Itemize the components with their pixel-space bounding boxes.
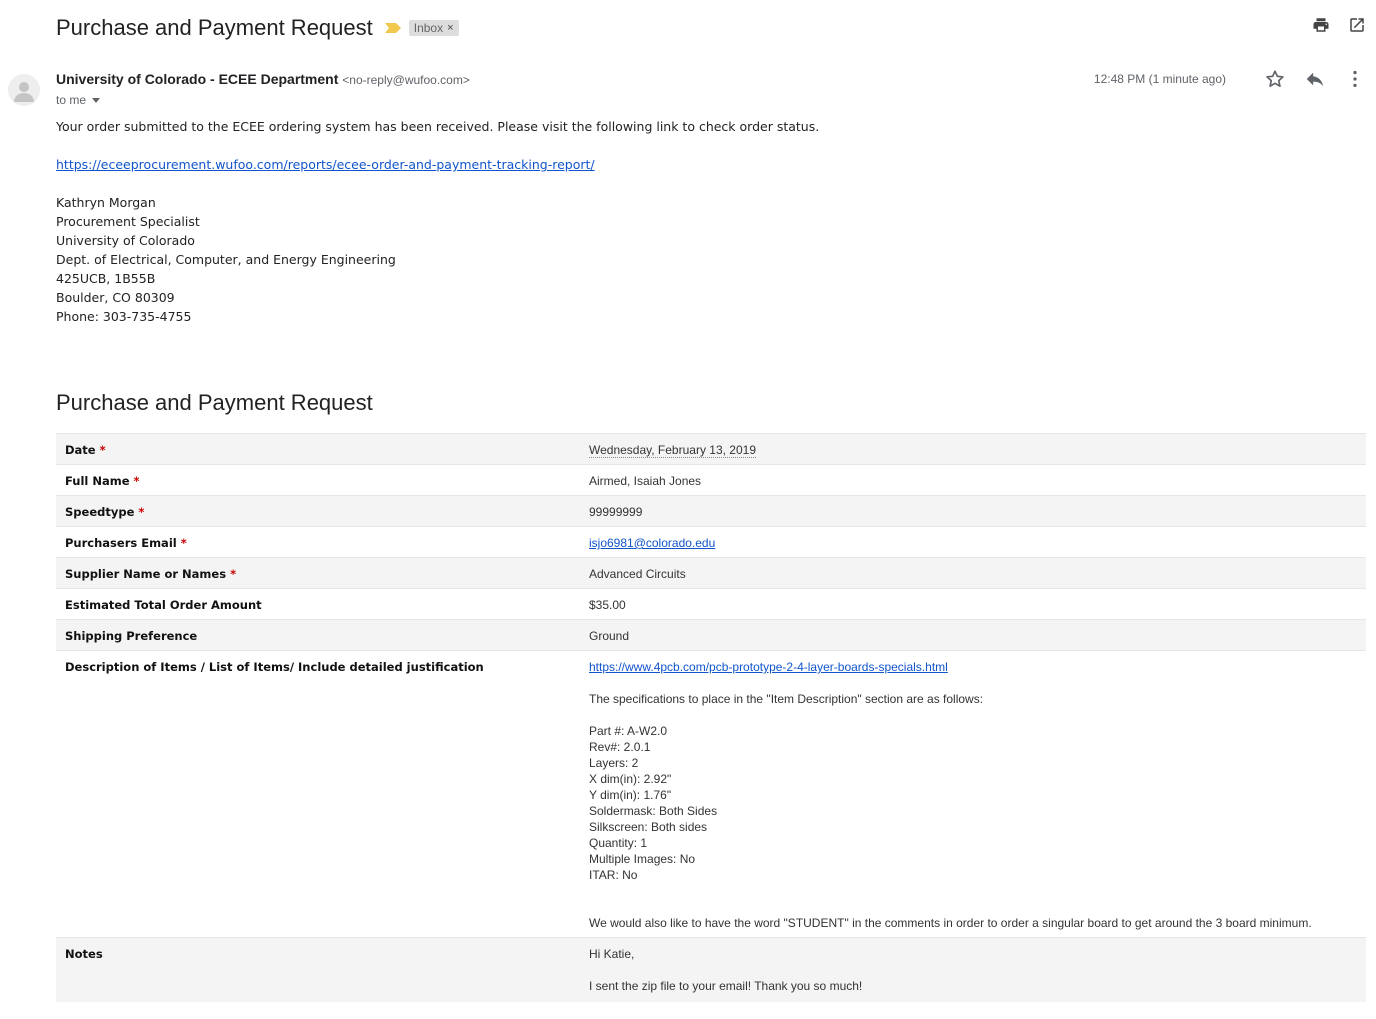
sender-name[interactable]: University of Colorado - ECEE Department <box>56 71 338 87</box>
product-link[interactable]: https://www.4pcb.com/pcb-prototype-2-4-l… <box>589 660 948 674</box>
table-row: Supplier Name or Names * Advanced Circui… <box>56 557 1366 589</box>
print-icon[interactable] <box>1312 16 1330 34</box>
sender-email: <no-reply@wufoo.com> <box>342 73 470 87</box>
field-label: Shipping Preference <box>56 619 579 651</box>
field-label: Estimated Total Order Amount <box>56 588 579 620</box>
tracking-report-link[interactable]: https://eceeprocurement.wufoo.com/report… <box>56 157 595 172</box>
field-value: isjo6981@colorado.edu <box>579 526 1366 558</box>
spec-line: Silkscreen: Both sides <box>589 820 708 834</box>
label-chip-inbox: Inbox × <box>408 20 459 36</box>
notes-message: I sent the zip file to your email! Thank… <box>589 979 863 993</box>
table-row: Description of Items / List of Items/ In… <box>56 650 1366 938</box>
field-value: Hi Katie, I sent the zip file to your em… <box>579 937 1366 1002</box>
form-title: Purchase and Payment Request <box>56 390 373 415</box>
table-row: Full Name * Airmed, Isaiah Jones <box>56 464 1366 496</box>
table-row: Estimated Total Order Amount $35.00 <box>56 588 1366 620</box>
subject-row: Purchase and Payment Request Inbox × <box>56 12 459 44</box>
spec-line: Part #: A-W2.0 <box>589 724 668 738</box>
required-marker: * <box>133 474 140 488</box>
signature-line: Boulder, CO 80309 <box>56 290 175 305</box>
table-row: Notes Hi Katie, I sent the zip file to y… <box>56 937 1366 1002</box>
signature-line: Kathryn Morgan <box>56 195 156 210</box>
field-value: Airmed, Isaiah Jones <box>579 464 1366 496</box>
email-body: Your order submitted to the ECEE orderin… <box>56 117 819 326</box>
field-value: $35.00 <box>579 588 1366 620</box>
spec-line: X dim(in): 2.92" <box>589 772 672 786</box>
required-marker: * <box>99 443 106 457</box>
field-value: Ground <box>579 619 1366 651</box>
field-label: Notes <box>56 937 579 1002</box>
date-value: Wednesday, February 13, 2019 <box>589 443 756 458</box>
signature-line: 425UCB, 1B55B <box>56 271 156 286</box>
field-label: Full Name * <box>56 464 579 496</box>
spec-line: Quantity: 1 <box>589 836 648 850</box>
recipient-details-toggle[interactable]: to me <box>56 93 101 107</box>
sender-line: University of Colorado - ECEE Department… <box>56 71 470 87</box>
sender-avatar <box>8 74 40 106</box>
signature-line: Procurement Specialist <box>56 214 200 229</box>
top-actions <box>1312 16 1366 34</box>
required-marker: * <box>138 505 145 519</box>
more-vertical-icon[interactable] <box>1344 68 1366 90</box>
purchaser-email-link[interactable]: isjo6981@colorado.edu <box>589 536 715 550</box>
spec-line: Multiple Images: No <box>589 852 696 866</box>
table-row: Date * Wednesday, February 13, 2019 <box>56 433 1366 465</box>
field-value: 99999999 <box>579 495 1366 527</box>
field-label: Description of Items / List of Items/ In… <box>56 650 579 938</box>
signature-block: Kathryn Morgan Procurement Specialist Un… <box>56 193 819 326</box>
intro-text: Your order submitted to the ECEE orderin… <box>56 119 820 134</box>
field-value: Advanced Circuits <box>579 557 1366 589</box>
spec-closing: We would also like to have the word "STU… <box>589 916 1312 930</box>
importance-marker-icon[interactable] <box>384 22 401 34</box>
field-label: Date * <box>56 433 579 465</box>
message-meta: 12:48 PM (1 minute ago) <box>1094 68 1366 90</box>
notes-greeting: Hi Katie, <box>589 947 635 961</box>
star-icon[interactable] <box>1264 68 1286 90</box>
field-label: Purchasers Email * <box>56 526 579 558</box>
signature-line: Phone: 303-735-4755 <box>56 309 192 324</box>
spec-line: Layers: 2 <box>589 756 639 770</box>
required-marker: * <box>230 567 237 581</box>
required-marker: * <box>180 536 187 550</box>
field-value: Wednesday, February 13, 2019 <box>579 433 1366 465</box>
signature-line: University of Colorado <box>56 233 195 248</box>
table-row: Purchasers Email * isjo6981@colorado.edu <box>56 526 1366 558</box>
spec-line: ITAR: No <box>589 868 638 882</box>
remove-label-icon[interactable]: × <box>447 22 453 34</box>
label-chip-text: Inbox <box>413 21 444 35</box>
message-timestamp: 12:48 PM (1 minute ago) <box>1093 72 1226 86</box>
reply-icon[interactable] <box>1304 68 1326 90</box>
signature-line: Dept. of Electrical, Computer, and Energ… <box>56 252 396 267</box>
table-row: Shipping Preference Ground <box>56 619 1366 651</box>
chevron-down-icon[interactable] <box>92 97 101 103</box>
spec-line: Rev#: 2.0.1 <box>589 740 651 754</box>
form-table: Date * Wednesday, February 13, 2019 Full… <box>56 433 1366 1002</box>
field-label: Supplier Name or Names * <box>56 557 579 589</box>
field-label: Speedtype * <box>56 495 579 527</box>
default-avatar-icon <box>14 82 34 102</box>
spec-intro: The specifications to place in the "Item… <box>589 692 984 706</box>
recipient-label: to me <box>56 93 87 107</box>
table-row: Speedtype * 99999999 <box>56 495 1366 527</box>
spec-line: Soldermask: Both Sides <box>589 804 718 818</box>
email-subject: Purchase and Payment Request <box>56 15 373 40</box>
open-in-new-window-icon[interactable] <box>1348 16 1366 34</box>
spec-line: Y dim(in): 1.76" <box>589 788 672 802</box>
field-value: https://www.4pcb.com/pcb-prototype-2-4-l… <box>579 650 1366 938</box>
